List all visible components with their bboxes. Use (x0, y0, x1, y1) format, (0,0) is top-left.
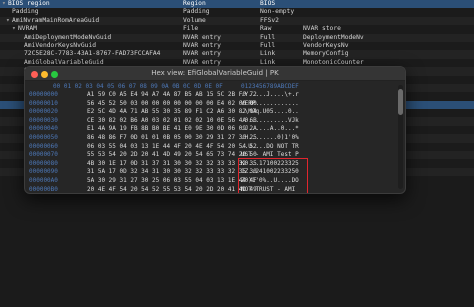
hex-scrollbar[interactable] (398, 85, 403, 189)
tree-row-type: NVAR entry (183, 33, 221, 41)
minimize-window-button[interactable] (41, 71, 48, 78)
tree-row-subtype: Link (260, 50, 276, 58)
hex-row-bytes: 56 45 52 50 03 00 00 00 00 00 00 00 E4 0… (87, 99, 257, 107)
hex-scrollbar-thumb[interactable] (398, 89, 403, 115)
hex-row-bytes: A1 59 C0 A5 E4 94 A7 4A 87 B5 AB 15 5C 2… (87, 91, 257, 98)
tree-row-name: 72C5E28C-7783-43A1-8767-FAD73FCCAFA4 (2, 50, 196, 58)
hex-row-ascii: .H........0)1'0% (241, 133, 299, 141)
tree-row-name: Padding (2, 8, 184, 16)
tree-row-subtype: Non-empty (260, 8, 295, 16)
tree-row[interactable]: ▾ BIOS region Region BIOS (0, 0, 474, 9)
hex-row-offset: 00000080 (29, 159, 58, 167)
tree-row-type: File (183, 25, 199, 33)
tree-row-subtype: Full (260, 41, 276, 49)
tree-row[interactable]: AmiVendorKeysNvGuid NVAR entry Full VendorK… (0, 42, 474, 50)
hex-row-offset: 00000050 (29, 133, 58, 141)
tree-row-subtype: FFSv2 (260, 16, 279, 24)
tree-row-name-text: AmiNvramMainRomAreaGuid (12, 16, 100, 24)
hex-area[interactable]: 00 01 02 03 04 05 06 07 08 09 0A 0B 0C 0… (25, 81, 393, 193)
hex-row-offset: 00000090 (29, 168, 58, 176)
hex-row-bytes: 20 4E 4F 54 20 54 52 55 53 54 20 2D 20 4… (87, 185, 257, 193)
hex-row-offset: 000000A0 (29, 176, 58, 184)
tree-row-name-text: BIOS region (8, 0, 50, 7)
tree-row-text: VendorKeysNv (303, 41, 349, 49)
tree-row-type: NVAR entry (183, 50, 221, 58)
hex-row-offset: 00000020 (29, 108, 58, 116)
tree-row-subtype: Full (260, 33, 276, 41)
tree-row-type: Padding (183, 8, 210, 16)
tree-row-name-text: AmiDeploymentModeNvGuid (24, 33, 112, 41)
tree-row[interactable]: ▾ NVRAM File Raw NVAR store (0, 25, 474, 33)
tree-row-name: ▾ AmiNvramMainRomAreaGuid (2, 17, 184, 25)
tree-row-name-text: 72C5E28C-7783-43A1-8767-FAD73FCCAFA4 (24, 50, 161, 58)
tree-row-name: ▾ BIOS region (2, 0, 180, 8)
hex-row-offset: 00000040 (29, 125, 58, 133)
hex-row-bytes: 06 03 55 04 03 13 1E 44 4F 20 4E 4F 54 2… (87, 142, 257, 150)
hex-row-offset: 00000010 (29, 99, 58, 107)
hex-row-bytes: 55 53 54 20 2D 20 41 4D 49 20 54 65 73 7… (87, 151, 257, 159)
hex-row-ascii: .0...........VJk (241, 116, 299, 124)
hex-row-bytes: 86 48 86 F7 0D 01 01 0B 05 00 30 29 31 2… (87, 133, 257, 141)
tree-row-name-text: NVRAM (18, 25, 37, 33)
tree-row-name: AmiDeploymentModeNvGuid (2, 34, 196, 42)
hex-row-bytes: 31 5A 17 0D 32 34 31 30 30 32 32 33 33 3… (87, 168, 257, 176)
tree-row-type: Volume (183, 16, 206, 24)
hex-row-bytes: 5A 30 29 31 27 30 25 06 03 55 04 03 13 1… (87, 176, 257, 184)
hex-row-offset: 00000070 (29, 151, 58, 159)
hex-row-bytes: CE 30 82 02 B6 A0 03 02 01 02 02 10 0E 5… (87, 116, 257, 124)
tree-row-name: ▾ NVRAM (2, 25, 190, 33)
hex-row-ascii: .\MJq.U05....0.. (241, 108, 299, 116)
tree-row[interactable]: ▾ AmiNvramMainRomAreaGuid Volume FFSv2 (0, 16, 474, 26)
tree-row-subtype: Raw (260, 25, 272, 33)
hex-view-window[interactable]: Hex view: EfiGlobalVariableGuid | PK 00 … (24, 66, 406, 194)
zoom-window-button[interactable] (51, 71, 58, 78)
tree-row[interactable]: 72C5E28C-7783-43A1-8767-FAD73FCCAFA4 NVAR… (0, 50, 474, 59)
hex-window-title: Hex view: EfiGlobalVariableGuid | PK (151, 69, 279, 77)
tree-row[interactable]: Padding Padding Non-empty (0, 8, 474, 16)
hex-row-bytes: E2 5C 4D 4A 71 AB 55 30 35 89 F1 C2 A6 3… (87, 108, 257, 116)
hex-row-bytes: 4B 30 1E 17 0D 31 37 31 30 30 32 32 33 3… (87, 159, 257, 167)
tree-row-name-text: AmiVendorKeysNvGuid (24, 41, 97, 49)
tree-row[interactable]: AmiDeploymentModeNvGuid NVAR entry Full Dep… (0, 33, 474, 42)
hex-row-bytes: E1 4A 9A 19 FB 8B B0 BE 41 E0 9E 30 0D 0… (87, 125, 257, 133)
tree-row-name: AmiVendorKeysNvGuid (2, 42, 196, 50)
tree-row-text: MemoryConfig (303, 50, 349, 58)
tree-row-type: Region (183, 0, 206, 7)
tree-row-name-text: AmiGlobalVariableGuid (24, 58, 104, 66)
hex-window-titlebar[interactable]: Hex view: EfiGlobalVariableGuid | PK (25, 67, 405, 81)
hex-row-ascii: .J......A..0...* (241, 125, 299, 133)
hex-row-offset: 00000030 (29, 116, 58, 124)
hex-row-offset: 000000B0 (29, 185, 58, 193)
hex-row-offset: 00000060 (29, 142, 58, 150)
tree-row-type: NVAR entry (183, 41, 221, 49)
highlight-box (238, 158, 308, 193)
hex-row-ascii: .Y.....J....\+.r (241, 91, 299, 98)
tree-row-subtype: BIOS (260, 0, 276, 7)
hex-row-ascii: ..U....DO NOT TR (241, 142, 299, 150)
hex-row-offset: 00000000 (29, 91, 58, 98)
tree-row-text: NVAR store (303, 25, 341, 33)
close-window-button[interactable] (31, 71, 38, 78)
hex-row-ascii: VERP............ (241, 99, 299, 107)
tree-row-text: DeploymentModeNv (303, 33, 364, 41)
tree-row-name-text: Padding (12, 8, 39, 16)
